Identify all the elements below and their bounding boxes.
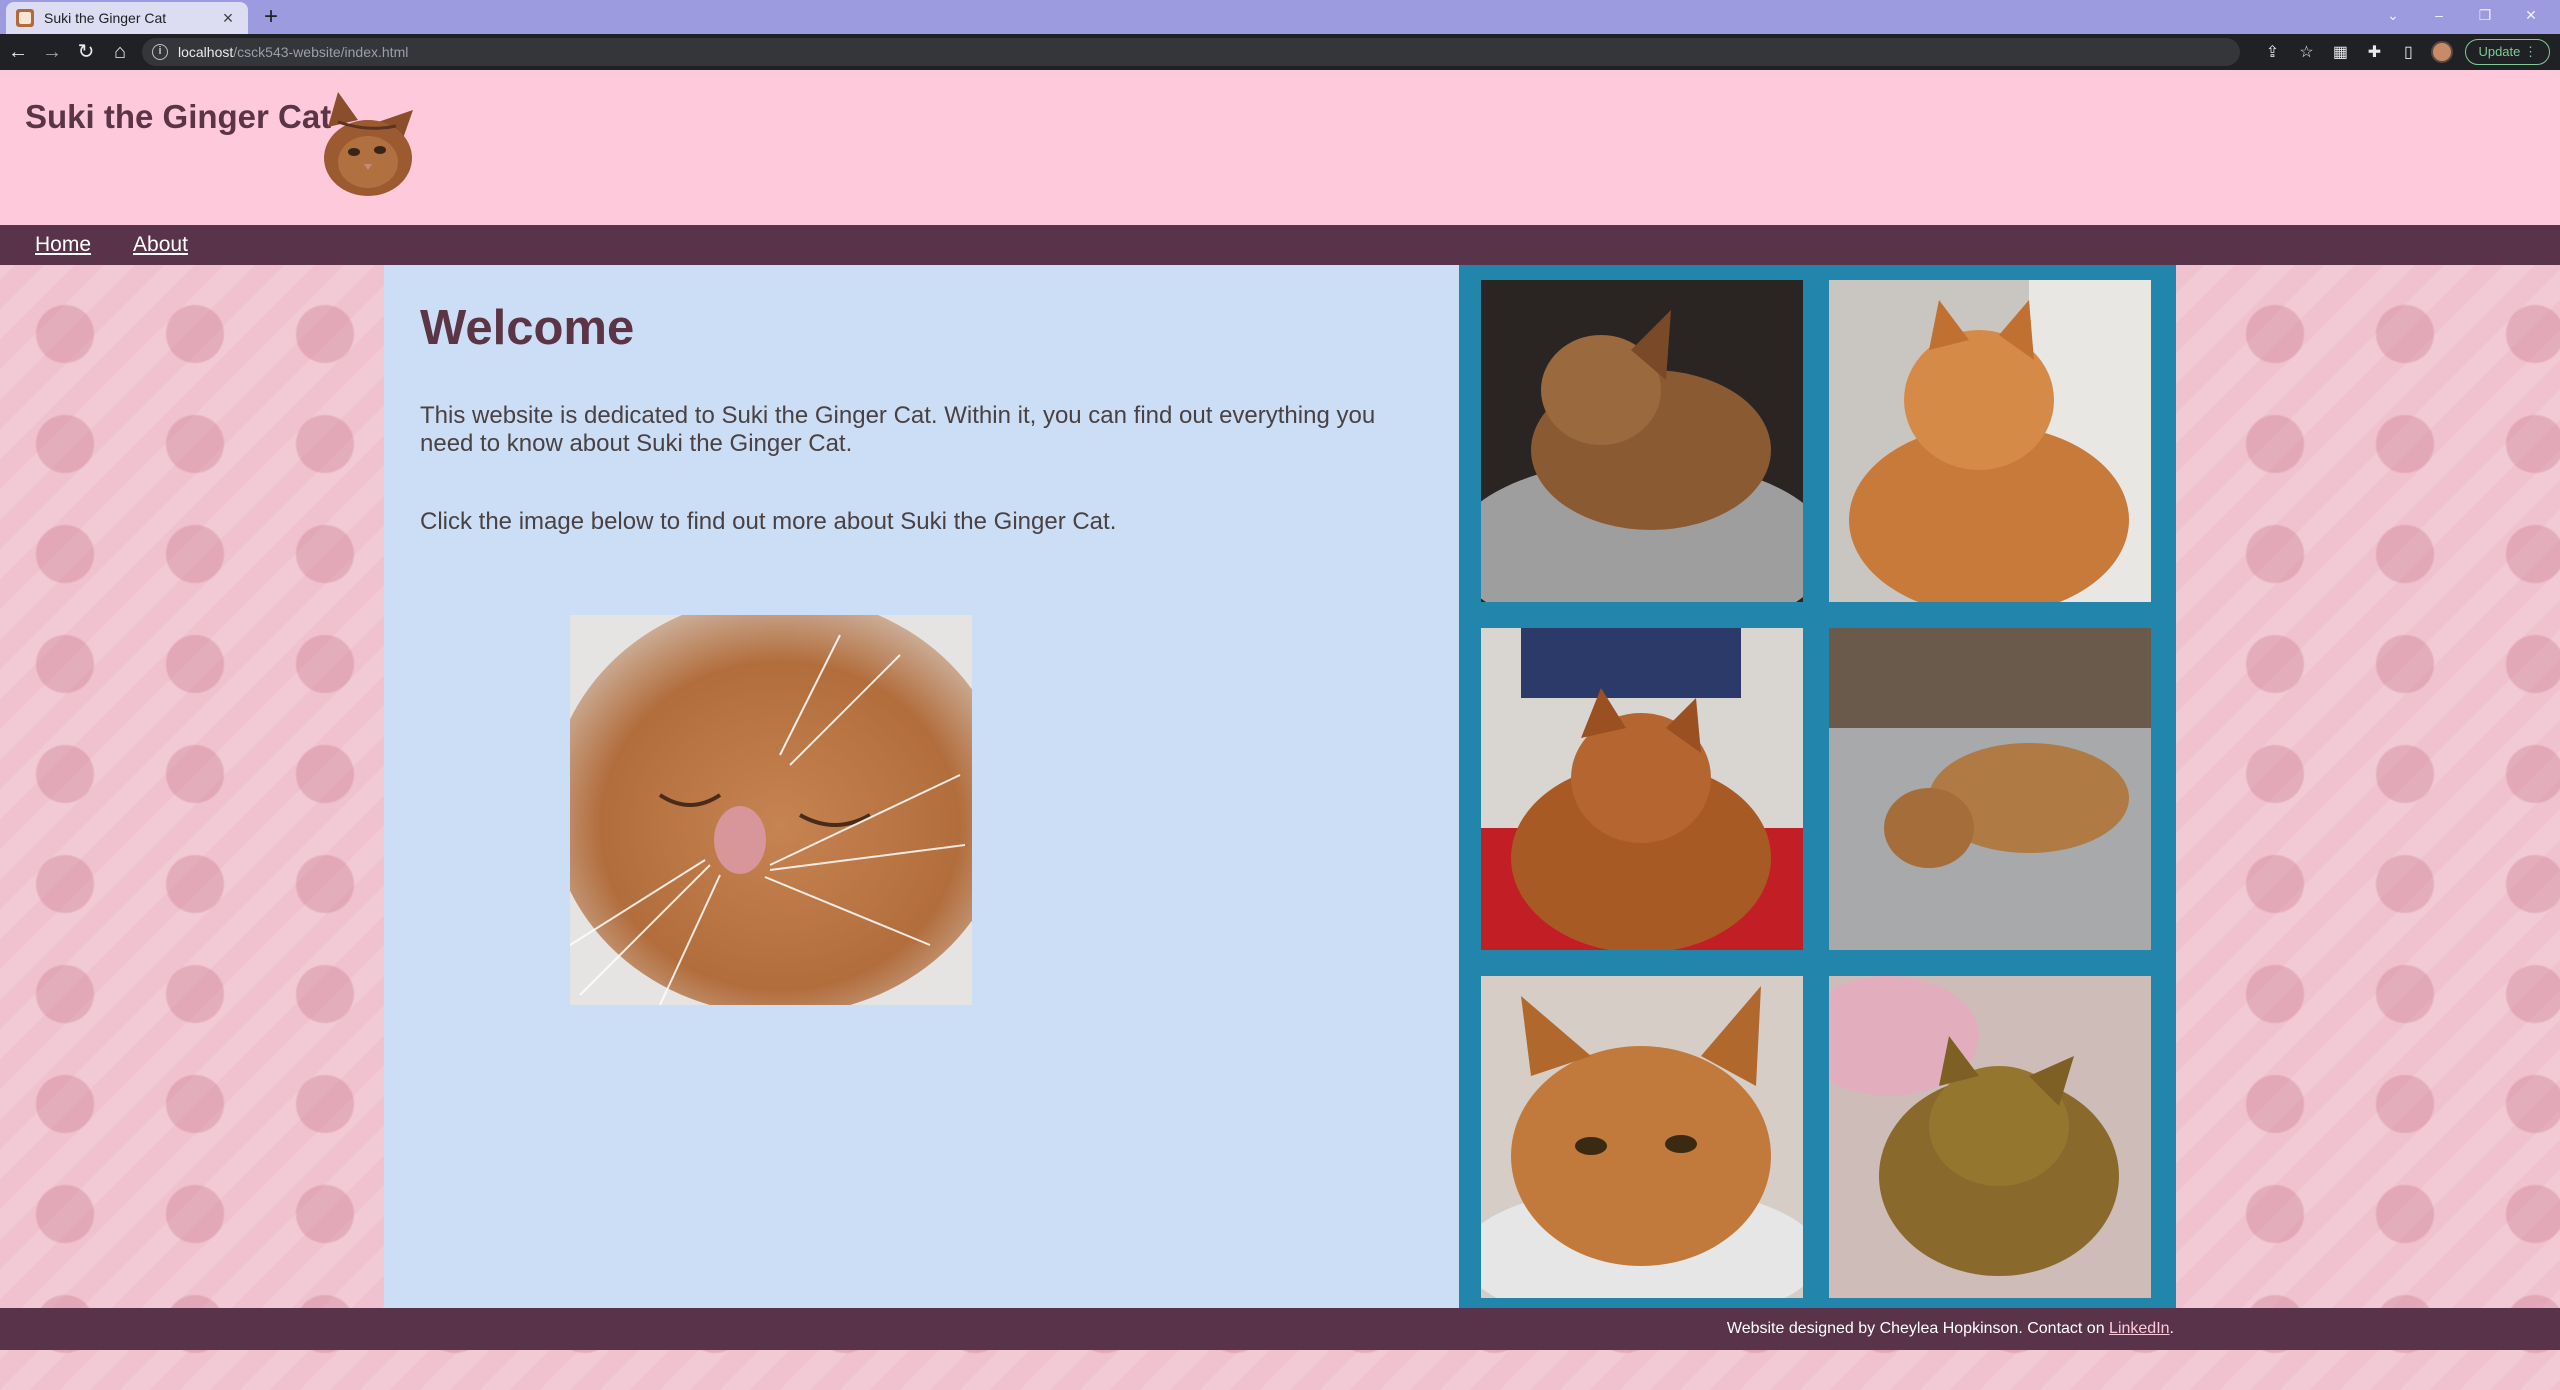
new-tab-button[interactable]: + (258, 4, 284, 30)
browser-toolbar: ← → ↻ ⌂ i localhost/csck543-website/inde… (0, 34, 2560, 70)
update-label: Update (2478, 44, 2521, 59)
address-bar[interactable]: i localhost/csck543-website/index.html (142, 38, 2240, 66)
site-title: Suki the Ginger Cat (25, 98, 332, 135)
footer-credit: Website designed by Cheylea Hopkinson. C… (1727, 1320, 2174, 1338)
extensions-icon[interactable]: ▦ (2323, 42, 2357, 62)
close-icon[interactable]: × (218, 8, 238, 29)
cat-closeup-photo (1481, 976, 1803, 1298)
window-controls: ⌄ – ❐ ✕ (2370, 0, 2554, 30)
site-footer: Website designed by Cheylea Hopkinson. C… (0, 1308, 2560, 1350)
linkedin-link[interactable]: LinkedIn (2109, 1320, 2170, 1337)
toolbar-actions: ⇪ ☆ ▦ ✚ ▯ Update ⋮ (2255, 34, 2550, 70)
footer-trailing: . (2169, 1320, 2174, 1337)
browser-tab-bar: Suki the Ginger Cat × + ⌄ – ❐ ✕ (0, 0, 2560, 34)
gallery-photo[interactable] (1829, 280, 2151, 602)
site-header: Suki the Ginger Cat (0, 70, 2560, 225)
update-button[interactable]: Update ⋮ (2465, 39, 2550, 65)
sidepanel-icon[interactable]: ▯ (2391, 42, 2425, 62)
cat-sunbathing-photo (1829, 280, 2151, 602)
back-icon[interactable]: ← (2, 36, 34, 68)
reload-icon[interactable]: ↻ (70, 36, 102, 68)
info-icon[interactable]: i (152, 44, 168, 60)
share-icon[interactable]: ⇪ (2255, 42, 2289, 62)
url-text[interactable]: localhost/csck543-website/index.html (178, 44, 408, 60)
gallery-photo[interactable] (1481, 976, 1803, 1298)
gallery-photo[interactable] (1481, 628, 1803, 950)
close-window-icon[interactable]: ✕ (2508, 0, 2554, 30)
home-icon[interactable]: ⌂ (104, 36, 136, 68)
page-background: Suki the Ginger Cat Home About Welcome T… (0, 70, 2560, 1390)
main-content: Welcome This website is dedicated to Suk… (384, 265, 1460, 1308)
footer-credit-text: Website designed by Cheylea Hopkinson. C… (1726, 1320, 2110, 1337)
nav-link-home[interactable]: Home (35, 233, 91, 257)
intro-text: This website is dedicated to Suki the Gi… (420, 402, 1376, 457)
click-prompt: Click the image below to find out more a… (420, 508, 1117, 535)
hero-cat-photo-link[interactable] (570, 615, 972, 1005)
cat-sleeping-on-bed-photo (1829, 976, 2151, 1298)
tab-title: Suki the Ginger Cat (44, 10, 167, 26)
url-host: localhost (178, 44, 234, 60)
cat-watching-tv-photo (1481, 628, 1803, 950)
url-path: /csck543-website/index.html (233, 44, 409, 60)
page-title: Welcome (420, 301, 635, 355)
browser-tab[interactable]: Suki the Ginger Cat × (6, 2, 248, 34)
gallery-photo[interactable] (1829, 628, 2151, 950)
main-nav: Home About (0, 225, 2560, 265)
cat-in-bed-photo (1481, 280, 1803, 602)
chevron-down-icon[interactable]: ⌄ (2370, 0, 2416, 30)
forward-icon[interactable]: → (36, 36, 68, 68)
star-icon[interactable]: ☆ (2289, 42, 2323, 62)
restore-icon[interactable]: ❐ (2462, 0, 2508, 30)
favicon-icon (16, 9, 34, 27)
gallery-photo[interactable] (1829, 976, 2151, 1298)
photo-gallery (1459, 265, 2176, 1308)
avatar[interactable] (2431, 41, 2454, 63)
gallery-photo[interactable] (1481, 280, 1803, 602)
cat-head-logo (324, 92, 413, 196)
sleeping-cat-photo (570, 615, 972, 1005)
puzzle-icon[interactable]: ✚ (2357, 42, 2391, 62)
nav-link-about[interactable]: About (133, 233, 188, 257)
minimize-icon[interactable]: – (2416, 0, 2462, 30)
cat-on-blanket-photo (1829, 628, 2151, 950)
